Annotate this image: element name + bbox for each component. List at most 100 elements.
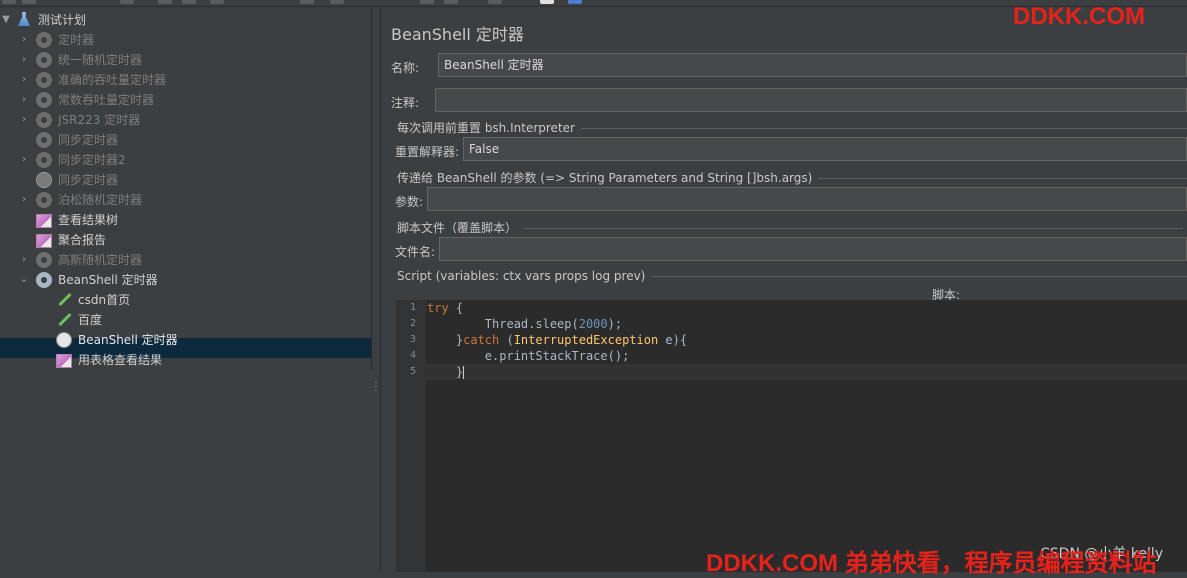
chart-icon [36, 234, 52, 250]
params-field[interactable] [427, 187, 1187, 211]
splitter-handle[interactable] [372, 8, 381, 572]
toolbar-button[interactable] [444, 0, 458, 4]
tree-item-label: csdn首页 [78, 293, 131, 307]
tree-item-label: 定时器 [58, 33, 95, 47]
gear-icon [36, 132, 52, 148]
gear-icon [36, 72, 52, 88]
code-line: e.printStackTrace(); [427, 348, 630, 364]
line-number: 3 [409, 334, 416, 345]
toolbar-button[interactable] [300, 0, 314, 4]
gear-icon [36, 32, 52, 48]
file-section-title: 脚本文件（覆盖脚本） [397, 221, 518, 235]
pipette-icon [56, 292, 72, 308]
reset-interpreter-select[interactable]: False [463, 137, 1187, 161]
beanshell-timer-panel: BeanShell 定时器 名称: BeanShell 定时器 注释: 每次调用… [381, 8, 1187, 572]
current-line-highlight [426, 364, 1187, 380]
line-number: 1 [409, 302, 416, 313]
toolbar-button[interactable] [540, 0, 554, 4]
section-divider [818, 178, 1187, 179]
toolbar-button[interactable] [568, 0, 582, 4]
tree-item[interactable]: 同步定时器 [18, 130, 371, 150]
code-line: } [427, 364, 465, 380]
script-section-title: Script (variables: ctx vars props log pr… [397, 269, 646, 283]
chevron-right-icon[interactable]: › [18, 70, 30, 90]
pipette-icon [56, 312, 72, 328]
code-token: e.printStackTrace(); [427, 349, 630, 363]
number-literal: 2000 [578, 317, 608, 331]
chevron-right-icon[interactable]: › [18, 250, 30, 270]
code-token: ( [499, 333, 514, 347]
toolbar-button[interactable] [420, 0, 434, 4]
tree-item[interactable]: › 常数吞吐量定时器 [18, 90, 371, 110]
toolbar-button[interactable] [330, 0, 344, 4]
tree-item[interactable]: › 准确的吞吐量定时器 [18, 70, 371, 90]
tree-item-selected[interactable]: BeanShell 定时器 [38, 330, 371, 350]
chevron-right-icon[interactable]: › [18, 90, 30, 110]
tree-item[interactable]: csdn首页 [38, 290, 371, 310]
toolbar-button[interactable] [182, 0, 196, 4]
gear-icon [36, 92, 52, 108]
panel-title: BeanShell 定时器 [391, 25, 524, 44]
test-plan-tree[interactable]: ▼ 测试计划 › 定时器 › 统一随机定时器 › 准确的吞吐量定时器 › 常数吞… [0, 8, 371, 572]
toolbar [0, 0, 1187, 7]
gear-icon [36, 112, 52, 128]
gear-icon [36, 272, 52, 288]
toolbar-button[interactable] [2, 0, 16, 4]
toolbar-button[interactable] [488, 0, 502, 4]
line-number: 4 [409, 350, 416, 361]
tree-item[interactable]: › 定时器 [18, 30, 371, 50]
chevron-down-icon[interactable]: ⌄ [18, 270, 30, 290]
script-editor[interactable]: 1 2 3 4 5 try { Thread.sleep(2000); }cat… [396, 300, 1187, 572]
tree-item[interactable]: › JSR223 定时器 [18, 110, 371, 130]
code-line: Thread.sleep(2000); [427, 316, 622, 332]
code-token: } [427, 365, 464, 379]
watermark-top: DDKK.COM [1013, 3, 1145, 30]
section-divider [580, 128, 1187, 129]
params-label: 参数: [395, 195, 424, 209]
params-section-title: 传递给 BeanShell 的参数 (=> String Parameters … [397, 171, 813, 185]
chevron-right-icon[interactable]: › [18, 50, 30, 70]
tree-item[interactable]: 用表格查看结果 [38, 350, 371, 370]
file-name-label: 文件名: [395, 245, 436, 259]
tree-item[interactable]: › 高斯随机定时器 [18, 250, 371, 270]
chevron-right-icon[interactable]: › [18, 190, 30, 210]
toolbar-button[interactable] [210, 0, 224, 4]
comment-field[interactable] [435, 88, 1187, 112]
tree-item[interactable]: 同步定时器 [18, 170, 371, 190]
toolbar-button[interactable] [22, 0, 36, 4]
tree-root-label: 测试计划 [38, 13, 87, 27]
chevron-right-icon[interactable]: › [18, 150, 30, 170]
chevron-right-icon[interactable]: › [18, 110, 30, 130]
code-token: e){ [658, 333, 688, 347]
chevron-down-icon[interactable]: ▼ [0, 10, 12, 30]
gear-icon [36, 192, 52, 208]
params-section-header: 传递给 BeanShell 的参数 (=> String Parameters … [397, 169, 1187, 186]
name-label: 名称: [391, 61, 420, 75]
tree-item[interactable]: ⌄ BeanShell 定时器 [18, 270, 371, 290]
watermark-bottom: DDKK.COM 弟弟快看，程序员编程资料站 [706, 550, 1157, 577]
tree-item-label: 同步定时器 [58, 133, 119, 147]
line-number: 5 [409, 366, 416, 377]
tree-item[interactable]: › 泊松随机定时器 [18, 190, 371, 210]
gear-icon [36, 152, 52, 168]
tree-item[interactable]: › 统一随机定时器 [18, 50, 371, 70]
toolbar-button[interactable] [120, 0, 134, 4]
chevron-right-icon[interactable]: › [18, 30, 30, 50]
code-token: } [427, 333, 464, 347]
clock-icon [36, 172, 52, 188]
tree-item[interactable]: 百度 [38, 310, 371, 330]
file-name-field[interactable] [439, 237, 1187, 261]
gear-icon [36, 52, 52, 68]
tree-item[interactable]: 聚合报告 [18, 230, 371, 250]
toolbar-button[interactable] [158, 0, 172, 4]
splitter-grip-icon[interactable]: · · · [374, 379, 378, 397]
tree-item-label: 聚合报告 [58, 233, 107, 247]
code-token: ); [607, 317, 623, 331]
tree-item-label: 查看结果树 [58, 213, 119, 227]
name-field[interactable]: BeanShell 定时器 [438, 53, 1187, 77]
code-line: try { [427, 300, 463, 316]
tree-item[interactable]: 查看结果树 [18, 210, 371, 230]
tree-root[interactable]: ▼ 测试计划 [0, 10, 371, 30]
line-number: 2 [409, 318, 416, 329]
tree-item[interactable]: › 同步定时器2 [18, 150, 371, 170]
